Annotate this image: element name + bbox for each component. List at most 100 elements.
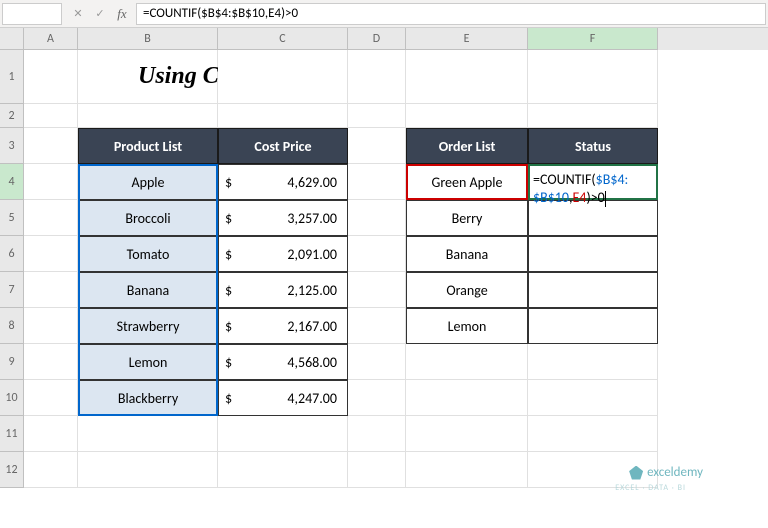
cell-C6[interactable]: $2,091.00 [218, 236, 348, 272]
cell-E7[interactable]: Orange [406, 272, 528, 308]
cell-F6[interactable] [528, 236, 658, 272]
cell-E2[interactable] [406, 104, 528, 128]
cell-D1[interactable] [348, 50, 406, 104]
cancel-icon[interactable]: ✕ [70, 7, 86, 20]
row-header-5[interactable]: 5 [0, 200, 24, 236]
cell-D7[interactable] [348, 272, 406, 308]
col-header-F[interactable]: F [528, 28, 658, 50]
cell-C4[interactable]: $4,629.00 [218, 164, 348, 200]
cell-A5[interactable] [24, 200, 78, 236]
row-header-4[interactable]: 4 [0, 164, 24, 200]
cell-E10[interactable] [406, 380, 528, 416]
cell-D11[interactable] [348, 416, 406, 452]
cell-F4-active[interactable]: =COUNTIF($B$4: $B$10,E4)>0 [528, 164, 658, 200]
col-header-B[interactable]: B [78, 28, 218, 50]
cell-F2[interactable] [528, 104, 658, 128]
row-header-1[interactable]: 1 [0, 50, 24, 104]
cell-E9[interactable] [406, 344, 528, 380]
cell-B10[interactable]: Blackberry [78, 380, 218, 416]
select-all-corner[interactable] [0, 28, 24, 50]
fx-icon[interactable]: fx [114, 6, 130, 22]
cell-B9[interactable]: Lemon [78, 344, 218, 380]
accept-icon[interactable]: ✓ [92, 7, 108, 20]
cell-C12[interactable] [218, 452, 348, 488]
row-header-9[interactable]: 9 [0, 344, 24, 380]
cell-B3[interactable]: Product List [78, 128, 218, 164]
cell-B7[interactable]: Banana [78, 272, 218, 308]
cell-F9[interactable] [528, 344, 658, 380]
cell-F7[interactable] [528, 272, 658, 308]
row-4: 4 Apple $4,629.00 Green Apple =COUNTIF($… [0, 164, 768, 200]
cell-D5[interactable] [348, 200, 406, 236]
cell-B4[interactable]: Apple [78, 164, 218, 200]
cell-D10[interactable] [348, 380, 406, 416]
cell-A10[interactable] [24, 380, 78, 416]
cell-C1[interactable] [218, 50, 348, 104]
cell-F3[interactable]: Status [528, 128, 658, 164]
cell-A9[interactable] [24, 344, 78, 380]
row-header-11[interactable]: 11 [0, 416, 24, 452]
currency-symbol: $ [225, 282, 232, 299]
cell-B1[interactable]: Using COUNTIF Function [78, 50, 218, 104]
cell-A7[interactable] [24, 272, 78, 308]
cell-C3[interactable]: Cost Price [218, 128, 348, 164]
cell-D9[interactable] [348, 344, 406, 380]
row-2: 2 [0, 104, 768, 128]
cell-B12[interactable] [78, 452, 218, 488]
cell-E3[interactable]: Order List [406, 128, 528, 164]
row-header-10[interactable]: 10 [0, 380, 24, 416]
cell-E5[interactable]: Berry [406, 200, 528, 236]
formula-bar-input[interactable]: =COUNTIF($B$4:$B$10,E4)>0 [136, 3, 766, 25]
col-header-E[interactable]: E [406, 28, 528, 50]
cell-A1[interactable] [24, 50, 78, 104]
cell-A4[interactable] [24, 164, 78, 200]
inline-formula-editor[interactable]: =COUNTIF($B$4: $B$10,E4)>0 [533, 171, 628, 207]
cell-A12[interactable] [24, 452, 78, 488]
cell-F1[interactable] [528, 50, 658, 104]
cell-A8[interactable] [24, 308, 78, 344]
cell-C8[interactable]: $2,167.00 [218, 308, 348, 344]
row-header-3[interactable]: 3 [0, 128, 24, 164]
cell-E12[interactable] [406, 452, 528, 488]
cell-B2[interactable] [78, 104, 218, 128]
cell-D4[interactable] [348, 164, 406, 200]
cell-B8[interactable]: Strawberry [78, 308, 218, 344]
cell-A3[interactable] [24, 128, 78, 164]
cell-D6[interactable] [348, 236, 406, 272]
cell-A6[interactable] [24, 236, 78, 272]
cell-D8[interactable] [348, 308, 406, 344]
cell-E1[interactable] [406, 50, 528, 104]
cell-E8[interactable]: Lemon [406, 308, 528, 344]
cell-F10[interactable] [528, 380, 658, 416]
row-header-6[interactable]: 6 [0, 236, 24, 272]
col-header-C[interactable]: C [218, 28, 348, 50]
name-box[interactable] [2, 3, 62, 25]
row-5: 5 Broccoli $3,257.00 Berry [0, 200, 768, 236]
cell-C2[interactable] [218, 104, 348, 128]
cell-D12[interactable] [348, 452, 406, 488]
cell-A2[interactable] [24, 104, 78, 128]
row-header-8[interactable]: 8 [0, 308, 24, 344]
cell-D3[interactable] [348, 128, 406, 164]
cell-E11[interactable] [406, 416, 528, 452]
cell-B11[interactable] [78, 416, 218, 452]
col-header-A[interactable]: A [24, 28, 78, 50]
row-6: 6 Tomato $2,091.00 Banana [0, 236, 768, 272]
cell-C9[interactable]: $4,568.00 [218, 344, 348, 380]
cell-C10[interactable]: $4,247.00 [218, 380, 348, 416]
row-header-7[interactable]: 7 [0, 272, 24, 308]
cell-C11[interactable] [218, 416, 348, 452]
cell-F8[interactable] [528, 308, 658, 344]
cell-B6[interactable]: Tomato [78, 236, 218, 272]
cell-C7[interactable]: $2,125.00 [218, 272, 348, 308]
col-header-D[interactable]: D [348, 28, 406, 50]
row-header-12[interactable]: 12 [0, 452, 24, 488]
cell-D2[interactable] [348, 104, 406, 128]
cell-B5[interactable]: Broccoli [78, 200, 218, 236]
cell-C5[interactable]: $3,257.00 [218, 200, 348, 236]
cell-F11[interactable] [528, 416, 658, 452]
cell-E4[interactable]: Green Apple [406, 164, 528, 200]
cell-A11[interactable] [24, 416, 78, 452]
cell-E6[interactable]: Banana [406, 236, 528, 272]
row-header-2[interactable]: 2 [0, 104, 24, 128]
